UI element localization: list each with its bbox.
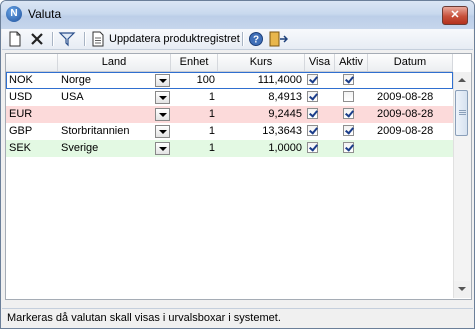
exit-icon [269, 31, 288, 47]
table-row[interactable]: NOK Norge 100 111,4000 [6, 72, 453, 89]
column-header-aktiv[interactable]: Aktiv [335, 54, 368, 71]
new-button[interactable] [8, 30, 24, 48]
unit-cell[interactable]: 1 [171, 106, 218, 123]
update-product-register-button[interactable]: Uppdatera produktregistret [91, 30, 240, 48]
rate-cell[interactable]: 8,4913 [218, 89, 305, 106]
country-dropdown-button[interactable] [155, 108, 170, 121]
visa-checkbox[interactable] [307, 74, 318, 85]
vertical-scrollbar[interactable] [453, 72, 471, 298]
update-document-icon [92, 31, 104, 47]
aktiv-checkbox[interactable] [343, 91, 354, 102]
scroll-thumb[interactable] [455, 90, 468, 136]
delete-button[interactable] [30, 30, 46, 48]
toolbar-separator [242, 32, 244, 46]
window-title: Valuta [28, 7, 62, 21]
aktiv-checkbox[interactable] [343, 142, 354, 153]
table-row[interactable]: EUR 1 9,2445 2009-08-28 [6, 106, 453, 123]
currency-grid: Land Enhet Kurs Visa Aktiv Datum NOK Norg… [5, 53, 472, 300]
column-header-land[interactable]: Land [58, 54, 171, 71]
scroll-grip [459, 114, 466, 115]
date-cell[interactable] [374, 72, 453, 89]
column-header-code[interactable] [6, 54, 58, 71]
country-cell[interactable] [58, 106, 155, 123]
country-cell[interactable]: USA [58, 89, 155, 106]
unit-cell[interactable]: 100 [171, 72, 218, 89]
scroll-grip [459, 112, 466, 113]
visa-checkbox[interactable] [307, 91, 318, 102]
country-dropdown-button[interactable] [155, 142, 170, 155]
update-product-register-label: Uppdatera produktregistret [109, 33, 240, 45]
country-dropdown-button[interactable] [155, 91, 170, 104]
date-cell[interactable]: 2009-08-28 [374, 106, 453, 123]
currency-code-cell[interactable]: GBP [6, 123, 58, 140]
column-header-visa[interactable]: Visa [305, 54, 335, 71]
toolbar-separator [84, 32, 86, 46]
scroll-down-button[interactable] [454, 281, 470, 298]
rate-cell[interactable]: 111,4000 [218, 72, 305, 89]
delete-icon [31, 33, 43, 45]
column-header-enhet[interactable]: Enhet [171, 54, 218, 71]
table-row[interactable]: GBP Storbritannien 1 13,3643 2009-08-28 [6, 123, 453, 140]
svg-text:?: ? [253, 35, 259, 46]
unit-cell[interactable]: 1 [171, 89, 218, 106]
aktiv-checkbox[interactable] [343, 108, 354, 119]
currency-code-cell[interactable]: NOK [6, 72, 58, 89]
toolbar-separator [52, 32, 54, 46]
filter-button[interactable] [58, 30, 78, 48]
currency-code-cell[interactable]: SEK [6, 140, 58, 157]
country-dropdown-button[interactable] [155, 74, 170, 87]
country-cell[interactable]: Sverige [58, 140, 155, 157]
unit-cell[interactable]: 1 [171, 123, 218, 140]
country-dropdown-button[interactable] [155, 125, 170, 138]
table-row[interactable]: USD USA 1 8,4913 2009-08-28 [6, 89, 453, 106]
country-cell[interactable]: Storbritannien [58, 123, 155, 140]
app-icon: N [6, 6, 22, 22]
visa-checkbox[interactable] [307, 142, 318, 153]
scroll-up-button[interactable] [454, 72, 470, 89]
aktiv-checkbox[interactable] [343, 74, 354, 85]
help-icon: ? [249, 32, 263, 46]
title-bar[interactable]: N Valuta ✕ [1, 1, 474, 29]
scroll-grip [459, 110, 466, 111]
currency-code-cell[interactable]: USD [6, 89, 58, 106]
rate-cell[interactable]: 1,0000 [218, 140, 305, 157]
column-header-datum[interactable]: Datum [368, 54, 453, 71]
exit-button[interactable] [268, 30, 288, 48]
unit-cell[interactable]: 1 [171, 140, 218, 157]
help-button[interactable]: ? [248, 30, 264, 48]
date-cell[interactable]: 2009-08-28 [374, 89, 453, 106]
rate-cell[interactable]: 9,2445 [218, 106, 305, 123]
column-header-kurs[interactable]: Kurs [218, 54, 305, 71]
toolbar: Uppdatera produktregistret ? [2, 29, 473, 50]
rate-cell[interactable]: 13,3643 [218, 123, 305, 140]
grid-header: Land Enhet Kurs Visa Aktiv Datum [6, 54, 453, 72]
new-document-icon [9, 31, 21, 47]
close-button[interactable]: ✕ [442, 6, 468, 25]
aktiv-checkbox[interactable] [343, 125, 354, 136]
status-bar: Markeras då valutan skall visas i urvals… [2, 308, 473, 327]
date-cell[interactable] [374, 140, 453, 157]
filter-icon [58, 32, 76, 47]
valuta-window: N Valuta ✕ Uppdatera produktregistret ? … [0, 0, 475, 329]
visa-checkbox[interactable] [307, 125, 318, 136]
date-cell[interactable]: 2009-08-28 [374, 123, 453, 140]
table-row[interactable]: SEK Sverige 1 1,0000 [6, 140, 453, 157]
currency-code-cell[interactable]: EUR [6, 106, 58, 123]
visa-checkbox[interactable] [307, 108, 318, 119]
country-cell[interactable]: Norge [58, 72, 155, 89]
